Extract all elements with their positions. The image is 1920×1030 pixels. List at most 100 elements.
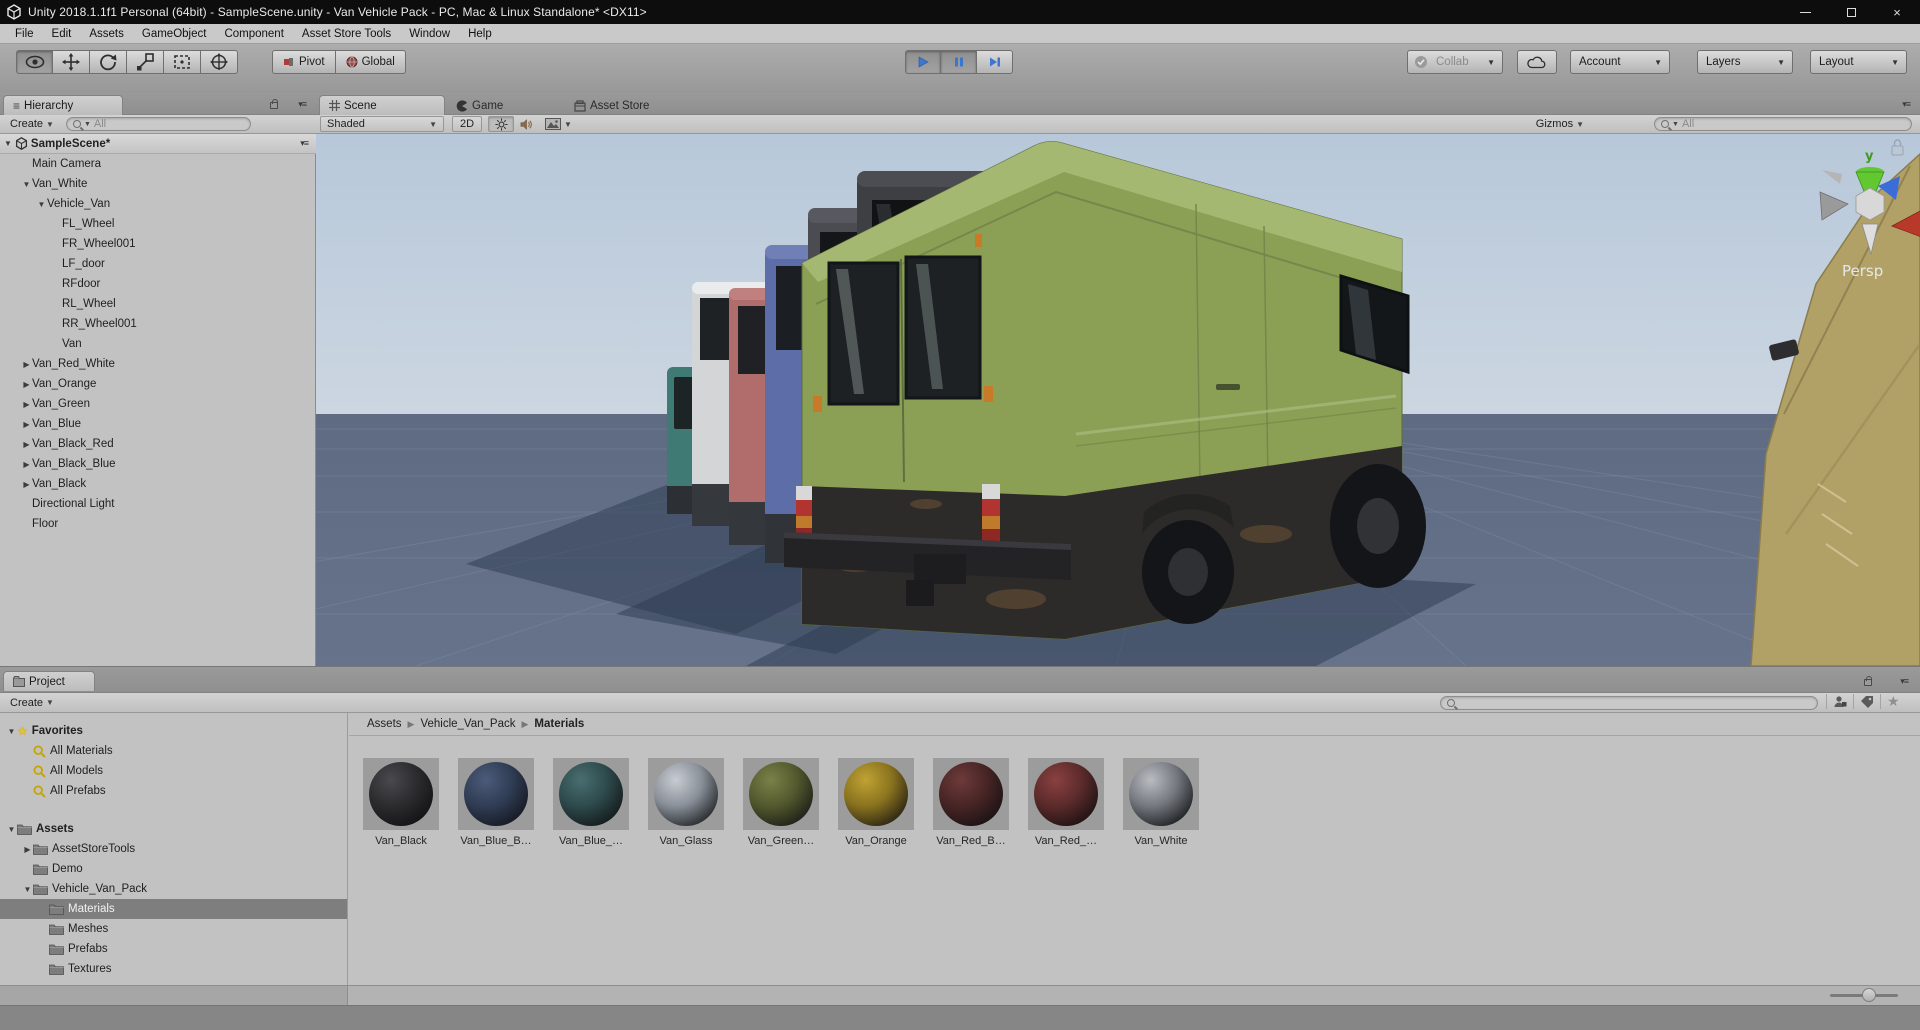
project-create-button[interactable]: Create ▼: [4, 695, 60, 710]
global-toggle[interactable]: Global: [335, 50, 406, 74]
slider-knob[interactable]: [1862, 988, 1876, 1002]
scene-panel-menu-icon[interactable]: ▾≡: [1902, 99, 1911, 110]
menu-gameobject[interactable]: GameObject: [133, 26, 216, 42]
project-lock-icon[interactable]: [1864, 676, 1872, 686]
material-van-red[interactable]: Van_Red_…: [1028, 758, 1104, 847]
hierarchy-item-van-green[interactable]: ▶ Van_Green: [0, 394, 316, 414]
project-tree-item-textures[interactable]: Textures: [0, 959, 347, 979]
scene-search[interactable]: ▼: [1654, 117, 1912, 131]
menu-file[interactable]: File: [6, 26, 43, 42]
effects-dropdown[interactable]: ▼: [539, 117, 578, 132]
scene-menu-icon[interactable]: ▾≡: [300, 138, 309, 149]
pivot-toggle[interactable]: Pivot: [272, 50, 336, 74]
hierarchy-item-van[interactable]: Van: [0, 334, 316, 354]
shading-mode-dropdown[interactable]: Shaded ▼: [320, 116, 444, 132]
scene-header-row[interactable]: ▼ SampleScene* ▾≡: [0, 134, 316, 154]
breadcrumb-materials[interactable]: Materials: [534, 718, 584, 730]
hierarchy-item-van-orange[interactable]: ▶ Van_Orange: [0, 374, 316, 394]
hierarchy-create-button[interactable]: Create ▼: [4, 117, 60, 132]
disclosure-right-icon[interactable]: ▶: [22, 845, 33, 854]
hierarchy-item-van-white[interactable]: ▼ Van_White: [0, 174, 316, 194]
disclosure-down-icon[interactable]: ▼: [21, 180, 32, 189]
hierarchy-item-van-black-blue[interactable]: ▶ Van_Black_Blue: [0, 454, 316, 474]
disclosure-down-icon[interactable]: ▼: [36, 200, 47, 209]
disclosure-right-icon[interactable]: ▶: [21, 400, 32, 409]
project-search-input[interactable]: [1458, 697, 1811, 709]
scene-search-input[interactable]: [1681, 118, 1905, 130]
material-van-glass[interactable]: Van_Glass: [648, 758, 724, 847]
disclosure-down-icon[interactable]: ▼: [6, 825, 17, 834]
material-van-blue-b[interactable]: Van_Blue_B…: [458, 758, 534, 847]
hand-tool-button[interactable]: [16, 50, 53, 74]
close-button[interactable]: ×: [1874, 0, 1920, 24]
minimize-button[interactable]: [1782, 0, 1828, 24]
lighting-toggle[interactable]: [488, 116, 514, 132]
rotate-tool-button[interactable]: [90, 50, 127, 74]
disclosure-right-icon[interactable]: ▶: [21, 440, 32, 449]
2d-toggle[interactable]: 2D: [452, 116, 482, 132]
project-panel-menu-icon[interactable]: ▾≡: [1900, 676, 1909, 687]
hierarchy-item-vehicle-van[interactable]: ▼ Vehicle_Van: [0, 194, 316, 214]
project-tree-item-all-prefabs[interactable]: All Prefabs: [0, 781, 347, 801]
hierarchy-item-rl-wheel[interactable]: RL_Wheel: [0, 294, 316, 314]
project-search[interactable]: [1440, 696, 1818, 710]
rect-tool-button[interactable]: [164, 50, 201, 74]
material-van-orange[interactable]: Van_Orange: [838, 758, 914, 847]
hierarchy-search[interactable]: ▼: [65, 117, 251, 131]
scale-tool-button[interactable]: [127, 50, 164, 74]
hierarchy-item-rfdoor[interactable]: RFdoor: [0, 274, 316, 294]
material-van-white[interactable]: Van_White: [1123, 758, 1199, 847]
project-tree-item-demo[interactable]: Demo: [0, 859, 347, 879]
disclosure-right-icon[interactable]: ▶: [21, 420, 32, 429]
tab-project[interactable]: Project: [3, 671, 95, 691]
project-tree-item-materials[interactable]: Materials: [0, 899, 347, 919]
disclosure-down-icon[interactable]: ▼: [22, 885, 33, 894]
project-tree-item-all-materials[interactable]: All Materials: [0, 741, 347, 761]
project-tree-item-assets[interactable]: ▼ Assets: [0, 819, 347, 839]
hierarchy-item-van-black[interactable]: ▶ Van_Black: [0, 474, 316, 494]
layers-dropdown[interactable]: Layers ▼: [1697, 50, 1793, 74]
hierarchy-item-fl-wheel[interactable]: FL_Wheel: [0, 214, 316, 234]
hierarchy-item-van-red-white[interactable]: ▶ Van_Red_White: [0, 354, 316, 374]
hierarchy-item-floor[interactable]: Floor: [0, 514, 316, 534]
project-tree-item-favorites[interactable]: ▼ ★ Favorites: [0, 721, 347, 741]
menu-asset-store-tools[interactable]: Asset Store Tools: [293, 26, 400, 42]
project-tree-item-vehicle-van-pack[interactable]: ▼ Vehicle_Van_Pack: [0, 879, 347, 899]
audio-toggle[interactable]: [514, 117, 539, 132]
search-by-label-button[interactable]: [1853, 694, 1880, 709]
material-van-red-b[interactable]: Van_Red_B…: [933, 758, 1009, 847]
disclosure-right-icon[interactable]: ▶: [21, 380, 32, 389]
cloud-button[interactable]: [1517, 50, 1557, 74]
tab-scene[interactable]: Scene: [319, 95, 445, 115]
project-tree-item-all-models[interactable]: All Models: [0, 761, 347, 781]
hierarchy-item-main-camera[interactable]: Main Camera: [0, 154, 316, 174]
search-by-type-button[interactable]: [1826, 694, 1853, 709]
disclosure-right-icon[interactable]: ▶: [21, 360, 32, 369]
hierarchy-item-lf-door[interactable]: LF_door: [0, 254, 316, 274]
hierarchy-lock-icon[interactable]: [270, 99, 278, 109]
gizmos-dropdown[interactable]: Gizmos ▼: [1530, 117, 1590, 132]
account-dropdown[interactable]: Account ▼: [1570, 50, 1670, 74]
play-button[interactable]: [905, 50, 941, 74]
menu-help[interactable]: Help: [459, 26, 501, 42]
disclosure-right-icon[interactable]: ▶: [21, 480, 32, 489]
project-tree-item-prefabs[interactable]: Prefabs: [0, 939, 347, 959]
material-van-blue[interactable]: Van_Blue_…: [553, 758, 629, 847]
menu-assets[interactable]: Assets: [80, 26, 133, 42]
project-tree-item-assetstoretools[interactable]: ▶ AssetStoreTools: [0, 839, 347, 859]
pause-button[interactable]: [941, 50, 977, 74]
hierarchy-item-rr-wheel001[interactable]: RR_Wheel001: [0, 314, 316, 334]
transform-tool-button[interactable]: [201, 50, 238, 74]
material-van-black[interactable]: Van_Black: [363, 758, 439, 847]
menu-component[interactable]: Component: [215, 26, 292, 42]
material-van-green[interactable]: Van_Green…: [743, 758, 819, 847]
tab-game[interactable]: Game: [456, 97, 503, 115]
breadcrumb-vehicle-van-pack[interactable]: Vehicle_Van_Pack: [420, 718, 515, 730]
disclosure-right-icon[interactable]: ▶: [21, 460, 32, 469]
tab-hierarchy[interactable]: ≡ Hierarchy: [3, 95, 123, 115]
scene-disclosure-icon[interactable]: ▼: [4, 139, 12, 148]
scene-viewport[interactable]: y x Persp: [316, 134, 1920, 666]
thumbnail-size-slider[interactable]: [1830, 988, 1898, 1002]
layout-dropdown[interactable]: Layout ▼: [1810, 50, 1907, 74]
breadcrumb-assets[interactable]: Assets: [367, 718, 402, 730]
